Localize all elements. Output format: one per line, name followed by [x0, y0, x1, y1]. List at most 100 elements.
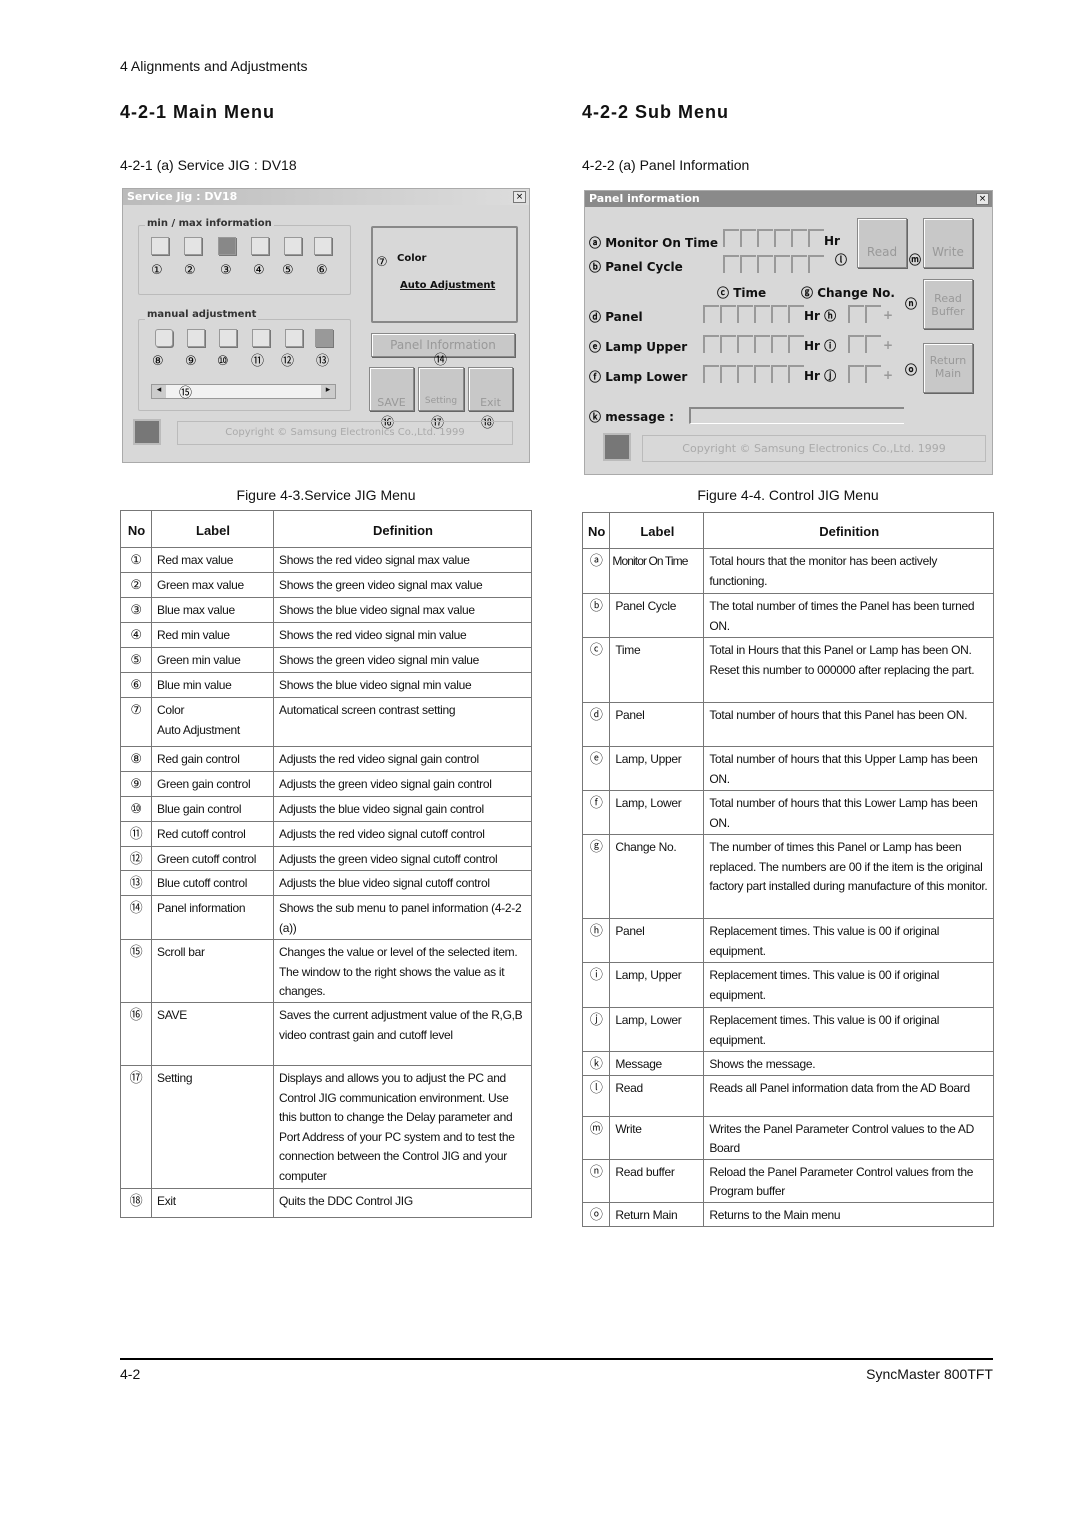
row-label: Lamp, Lower — [609, 1007, 705, 1052]
row-number: ⑰ — [120, 1065, 152, 1189]
red-gain-button[interactable] — [155, 329, 173, 347]
red-max-button[interactable] — [151, 237, 169, 255]
digit-cell — [788, 305, 804, 323]
row-label: Red gain control — [151, 746, 274, 772]
page-number: 4-2 — [120, 1366, 141, 1382]
table-row: ⑮ Scroll bar Changes the value or level of… — [120, 939, 532, 1003]
increment-lamp-lower-button[interactable]: + — [883, 368, 893, 382]
increment-panel-button[interactable]: + — [883, 308, 893, 322]
row-definition: Shows the red video signal min value — [273, 622, 532, 648]
row-label: Green cutoff control — [151, 846, 274, 871]
table-row: ③ Blue max value Shows the blue video sign… — [120, 597, 532, 623]
row-number: ⑪ — [120, 821, 152, 847]
blue-gain-button[interactable] — [219, 329, 237, 347]
save-button[interactable]: SAVE — [369, 367, 414, 411]
row-definition: Saves the current adjustment value of th… — [273, 1002, 532, 1066]
write-button[interactable]: Write — [923, 218, 973, 268]
auto-adjustment-button[interactable]: Auto Adjustment — [400, 280, 495, 291]
row-definition: Shows the green video signal max value — [273, 572, 532, 598]
marker-i: ⓘ — [824, 339, 837, 353]
row-number: ⓞ — [581, 1201, 611, 1227]
row-number: ⓔ — [581, 746, 611, 791]
footer: 4-2 SyncMaster 800TFT — [120, 1358, 993, 1382]
close-icon[interactable]: × — [976, 193, 989, 205]
green-max-button[interactable] — [184, 237, 202, 255]
row-definition: Shows the green video signal min value — [273, 647, 532, 673]
table-row: ⑬ Blue cutoff control Adjusts the blue vid… — [120, 870, 532, 896]
table-row: ⑪ Red cutoff control Adjusts the red video… — [120, 821, 532, 847]
row-label: Color Auto Adjustment — [151, 697, 274, 747]
row-number: ① — [120, 547, 152, 573]
row-number: ⓑ — [581, 593, 611, 638]
marker-d: ⓓ — [589, 310, 602, 324]
increment-lamp-upper-button[interactable]: + — [883, 338, 893, 352]
table-row: ⓓ Panel Total number of hours that this Pa… — [581, 702, 994, 747]
return-main-button[interactable]: Return Main — [923, 343, 973, 393]
col-no: No — [120, 510, 152, 548]
copyright-bar: Copyright © Samsung Electronics Co.,Ltd.… — [177, 421, 513, 445]
exit-button[interactable]: Exit — [468, 367, 513, 411]
row-definition: Returns to the Main menu — [703, 1201, 994, 1227]
row-label: Lamp, Lower — [609, 790, 705, 835]
row-number: ⑨ — [120, 771, 152, 797]
marker-13: ⑬ — [316, 354, 330, 369]
row-number: ⓗ — [581, 918, 611, 963]
row-number: ⓖ — [581, 834, 611, 919]
digit-cell — [703, 365, 719, 383]
row-definition: Total number of hours that this Panel ha… — [703, 702, 994, 747]
row-number: ⓜ — [581, 1115, 611, 1160]
table-row: ② Green max value Shows the green video si… — [120, 572, 532, 598]
read-buffer-button[interactable]: Read Buffer — [923, 279, 973, 329]
read-button[interactable]: Read — [857, 218, 907, 268]
row-number: ⓙ — [581, 1007, 611, 1052]
row-label: Blue max value — [151, 597, 274, 623]
row-label: Red min value — [151, 622, 274, 648]
red-cutoff-button[interactable] — [252, 329, 270, 347]
scroll-right-arrow[interactable]: ▸ — [321, 385, 335, 398]
computer-icon — [603, 433, 631, 461]
blue-cutoff-button[interactable] — [315, 329, 333, 347]
table-row: ⓐ Monitor On Time Total hours that the mon… — [581, 548, 994, 594]
row-label: SAVE — [151, 1002, 274, 1066]
marker-b: ⓑ — [589, 260, 602, 274]
blue-min-button[interactable] — [314, 237, 332, 255]
setting-button[interactable]: Setting — [418, 367, 464, 411]
close-icon[interactable]: × — [513, 191, 526, 203]
row-number: ⑥ — [120, 672, 152, 698]
subsection-service-jig: 4-2-1 (a) Service JIG : DV18 — [120, 157, 297, 173]
message-field[interactable] — [689, 407, 904, 424]
digit-cell — [865, 365, 881, 383]
table-row: ⑦ Color Auto Adjustment Automatical screen… — [120, 697, 532, 747]
row-label: Blue gain control — [151, 796, 274, 822]
green-gain-button[interactable] — [187, 329, 205, 347]
table-header: No Label Definition — [581, 512, 994, 549]
green-cutoff-button[interactable] — [285, 329, 303, 347]
row-number: ⑦ — [120, 697, 152, 747]
row-label: Change No. — [609, 834, 705, 919]
service-jig-table: No Label Definition ① Red max value Shows th… — [120, 510, 532, 1218]
row-definition: Shows the blue video signal max value — [273, 597, 532, 623]
row-definition: Replacement times. This value is 00 if o… — [703, 918, 994, 963]
green-min-button[interactable] — [284, 237, 302, 255]
row-definition: Shows the red video signal max value — [273, 547, 532, 573]
blue-max-button[interactable] — [218, 237, 236, 255]
row-definition: The total number of times the Panel has … — [703, 593, 994, 638]
hr-label: Hr — [804, 369, 820, 383]
scroll-left-arrow[interactable]: ◂ — [152, 385, 166, 398]
digit-cell — [865, 305, 881, 323]
minmax-group-label: min / max information — [145, 218, 274, 229]
row-label: Green gain control — [151, 771, 274, 797]
marker-5: ⑤ — [282, 263, 294, 278]
red-min-button[interactable] — [251, 237, 269, 255]
col-definition: Definition — [273, 510, 532, 548]
color-auto-adjust-box[interactable] — [371, 226, 518, 323]
row-number: ④ — [120, 622, 152, 648]
table-row: ⓛ Read Reads all Panel information data fr… — [581, 1074, 994, 1117]
row-label: Panel — [609, 702, 705, 747]
row-definition: Displays and allows you to adjust the PC… — [273, 1065, 532, 1189]
marker-15: ⑮ — [179, 386, 193, 401]
row-definition: Replacement times. This value is 00 if o… — [703, 1007, 994, 1052]
model-name: SyncMaster 800TFT — [866, 1366, 993, 1382]
digit-cell — [740, 229, 756, 247]
digit-cell — [771, 335, 787, 353]
